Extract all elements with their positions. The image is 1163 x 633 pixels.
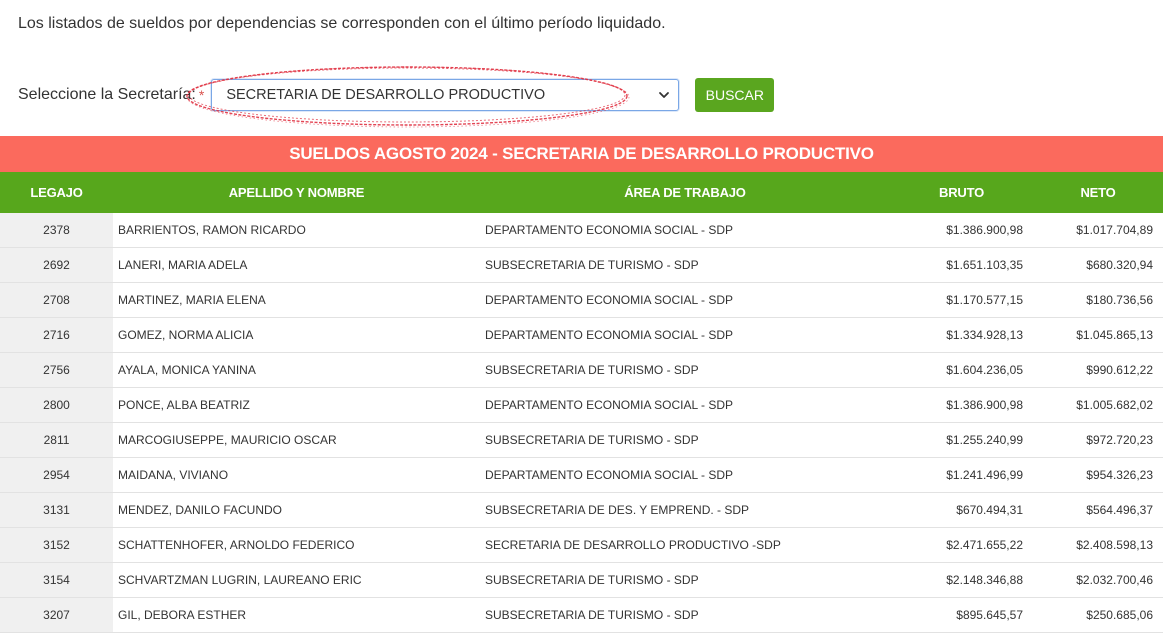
cell-nombre: PONCE, ALBA BEATRIZ: [113, 387, 480, 423]
intro-text: Los listados de sueldos por dependencias…: [18, 15, 666, 32]
cell-neto: $990.612,22: [1033, 352, 1163, 388]
header-neto[interactable]: NETO: [1033, 172, 1163, 213]
cell-legajo: 2692: [0, 247, 113, 283]
chevron-down-icon: [659, 92, 670, 98]
cell-area: DEPARTAMENTO ECONOMIA SOCIAL - SDP: [480, 282, 890, 318]
table-header: LEGAJO APELLIDO Y NOMBRE ÁREA DE TRABAJO…: [0, 172, 1163, 213]
table-row: 3154 SCHVARTZMAN LUGRIN, LAUREANO ERIC S…: [0, 562, 1163, 598]
cell-neto: $2.408.598,13: [1033, 527, 1163, 563]
table-row: 2692 LANERI, MARIA ADELA SUBSECRETARIA D…: [0, 247, 1163, 283]
cell-area: DEPARTAMENTO ECONOMIA SOCIAL - SDP: [480, 213, 890, 248]
table-row: 2756 AYALA, MONICA YANINA SUBSECRETARIA …: [0, 352, 1163, 388]
buscar-button[interactable]: BUSCAR: [695, 78, 775, 112]
cell-bruto: $2.148.346,88: [890, 562, 1033, 598]
cell-nombre: SCHVARTZMAN LUGRIN, LAUREANO ERIC: [113, 562, 480, 598]
table-row: 3207 GIL, DEBORA ESTHER SUBSECRETARIA DE…: [0, 597, 1163, 633]
cell-nombre: MAIDANA, VIVIANO: [113, 457, 480, 493]
secretaria-form: Seleccione la Secretaría: * SECRETARIA D…: [18, 78, 775, 112]
cell-legajo: 2708: [0, 282, 113, 318]
cell-bruto: $1.255.240,99: [890, 422, 1033, 458]
cell-neto: $564.496,37: [1033, 492, 1163, 528]
cell-bruto: $1.386.900,98: [890, 387, 1033, 423]
cell-neto: $972.720,23: [1033, 422, 1163, 458]
table-header-row: LEGAJO APELLIDO Y NOMBRE ÁREA DE TRABAJO…: [0, 172, 1163, 213]
cell-legajo: 3154: [0, 562, 113, 598]
table-row: 2378 BARRIENTOS, RAMON RICARDO DEPARTAME…: [0, 213, 1163, 248]
header-legajo[interactable]: LEGAJO: [0, 172, 113, 213]
required-mark: *: [198, 87, 205, 103]
cell-area: SUBSECRETARIA DE TURISMO - SDP: [480, 562, 890, 598]
cell-bruto: $1.386.900,98: [890, 213, 1033, 248]
cell-bruto: $1.604.236,05: [890, 352, 1033, 388]
cell-neto: $1.017.704,89: [1033, 213, 1163, 248]
secretaria-label: Seleccione la Secretaría:: [18, 86, 196, 103]
cell-neto: $1.045.865,13: [1033, 317, 1163, 353]
cell-legajo: 3131: [0, 492, 113, 528]
header-nombre[interactable]: APELLIDO Y NOMBRE: [113, 172, 480, 213]
cell-bruto: $1.241.496,99: [890, 457, 1033, 493]
cell-area: SUBSECRETARIA DE TURISMO - SDP: [480, 422, 890, 458]
cell-neto: $250.685,06: [1033, 597, 1163, 633]
cell-neto: $2.032.700,46: [1033, 562, 1163, 598]
cell-legajo: 3152: [0, 527, 113, 563]
cell-area: SECRETARIA DE DESARROLLO PRODUCTIVO -SDP: [480, 527, 890, 563]
cell-bruto: $2.471.655,22: [890, 527, 1033, 563]
cell-area: DEPARTAMENTO ECONOMIA SOCIAL - SDP: [480, 457, 890, 493]
cell-area: SUBSECRETARIA DE DES. Y EMPREND. - SDP: [480, 492, 890, 528]
cell-nombre: MENDEZ, DANILO FACUNDO: [113, 492, 480, 528]
cell-bruto: $1.334.928,13: [890, 317, 1033, 353]
table-row: 2811 MARCOGIUSEPPE, MAURICIO OSCAR SUBSE…: [0, 422, 1163, 458]
cell-area: DEPARTAMENTO ECONOMIA SOCIAL - SDP: [480, 317, 890, 353]
cell-bruto: $670.494,31: [890, 492, 1033, 528]
table-row: 2716 GOMEZ, NORMA ALICIA DEPARTAMENTO EC…: [0, 317, 1163, 353]
sueldos-table-container: SUELDOS AGOSTO 2024 - SECRETARIA DE DESA…: [0, 136, 1163, 633]
cell-legajo: 2756: [0, 352, 113, 388]
cell-legajo: 2954: [0, 457, 113, 493]
table-row: 3131 MENDEZ, DANILO FACUNDO SUBSECRETARI…: [0, 492, 1163, 528]
cell-bruto: $1.651.103,35: [890, 247, 1033, 283]
header-area[interactable]: ÁREA DE TRABAJO: [480, 172, 890, 213]
cell-area: SUBSECRETARIA DE TURISMO - SDP: [480, 597, 890, 633]
cell-bruto: $1.170.577,15: [890, 282, 1033, 318]
cell-legajo: 2378: [0, 213, 113, 248]
secretaria-select[interactable]: SECRETARIA DE DESARROLLO PRODUCTIVO: [211, 79, 680, 111]
table-row: 2800 PONCE, ALBA BEATRIZ DEPARTAMENTO EC…: [0, 387, 1163, 423]
cell-nombre: MARCOGIUSEPPE, MAURICIO OSCAR: [113, 422, 480, 458]
cell-legajo: 3207: [0, 597, 113, 633]
cell-legajo: 2800: [0, 387, 113, 423]
cell-area: SUBSECRETARIA DE TURISMO - SDP: [480, 247, 890, 283]
header-bruto[interactable]: BRUTO: [890, 172, 1033, 213]
cell-bruto: $895.645,57: [890, 597, 1033, 633]
cell-nombre: SCHATTENHOFER, ARNOLDO FEDERICO: [113, 527, 480, 563]
table-body: 2378 BARRIENTOS, RAMON RICARDO DEPARTAME…: [0, 213, 1163, 633]
secretaria-select-value: SECRETARIA DE DESARROLLO PRODUCTIVO: [226, 87, 546, 103]
cell-legajo: 2716: [0, 317, 113, 353]
table-title: SUELDOS AGOSTO 2024 - SECRETARIA DE DESA…: [0, 136, 1163, 172]
cell-nombre: MARTINEZ, MARIA ELENA: [113, 282, 480, 318]
cell-nombre: GOMEZ, NORMA ALICIA: [113, 317, 480, 353]
cell-nombre: AYALA, MONICA YANINA: [113, 352, 480, 388]
page: Los listados de sueldos por dependencias…: [0, 0, 1163, 633]
table-row: 2708 MARTINEZ, MARIA ELENA DEPARTAMENTO …: [0, 282, 1163, 318]
cell-neto: $1.005.682,02: [1033, 387, 1163, 423]
sueldos-table: LEGAJO APELLIDO Y NOMBRE ÁREA DE TRABAJO…: [0, 172, 1163, 633]
cell-legajo: 2811: [0, 422, 113, 458]
cell-neto: $180.736,56: [1033, 282, 1163, 318]
cell-area: DEPARTAMENTO ECONOMIA SOCIAL - SDP: [480, 387, 890, 423]
cell-area: SUBSECRETARIA DE TURISMO - SDP: [480, 352, 890, 388]
cell-nombre: BARRIENTOS, RAMON RICARDO: [113, 213, 480, 248]
cell-neto: $954.326,23: [1033, 457, 1163, 493]
cell-nombre: GIL, DEBORA ESTHER: [113, 597, 480, 633]
table-row: 3152 SCHATTENHOFER, ARNOLDO FEDERICO SEC…: [0, 527, 1163, 563]
table-row: 2954 MAIDANA, VIVIANO DEPARTAMENTO ECONO…: [0, 457, 1163, 493]
cell-nombre: LANERI, MARIA ADELA: [113, 247, 480, 283]
cell-neto: $680.320,94: [1033, 247, 1163, 283]
